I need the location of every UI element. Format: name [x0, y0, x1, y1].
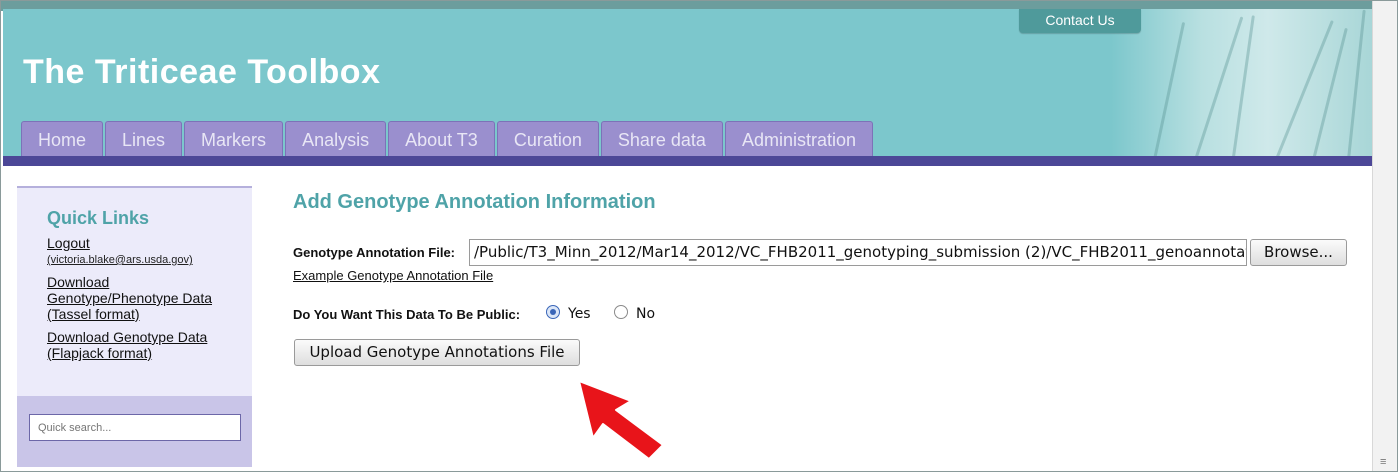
file-label: Genotype Annotation File: — [293, 245, 456, 260]
quick-links-title: Quick Links — [47, 208, 150, 228]
public-no-radio[interactable] — [614, 305, 628, 319]
link-line: (Tassel format) — [47, 306, 140, 322]
tab-markers[interactable]: Markers — [184, 121, 284, 156]
main-nav: Home Lines Markers Analysis About T3 Cur… — [21, 121, 875, 159]
link-line: Genotype/Phenotype Data — [47, 290, 213, 306]
quick-links-sidebar: Quick Links Logout (victoria.blake@ars.u… — [17, 186, 252, 467]
public-no-label: No — [636, 306, 656, 322]
tab-curation[interactable]: Curation — [496, 121, 599, 156]
quick-search-panel — [17, 396, 252, 467]
upload-annotations-button[interactable]: Upload Genotype Annotations File — [294, 339, 580, 366]
site-header: The Triticeae Toolbox Contact Us Home Li… — [3, 9, 1373, 159]
link-line: Download Genotype Data — [47, 329, 208, 345]
user-email: (victoria.blake@ars.usda.gov) — [47, 254, 193, 266]
tab-lines[interactable]: Lines — [105, 121, 183, 156]
tab-about-t3[interactable]: About T3 — [388, 121, 495, 156]
download-flapjack-link[interactable]: Download Genotype Data (Flapjack format) — [47, 329, 207, 361]
download-tassel-link[interactable]: Download Genotype/Phenotype Data (Tassel… — [47, 274, 212, 322]
browse-button[interactable]: Browse... — [1250, 239, 1347, 266]
tab-analysis[interactable]: Analysis — [285, 121, 387, 156]
nav-underline-bar — [3, 156, 1373, 166]
public-yes-label: Yes — [568, 306, 591, 322]
wheat-banner-image — [1111, 9, 1373, 159]
link-line: Download — [47, 274, 110, 290]
logout-link[interactable]: Logout — [47, 235, 90, 251]
red-arrow-icon — [578, 380, 664, 460]
quick-search-input[interactable] — [29, 414, 241, 441]
public-yes-radio[interactable] — [546, 305, 560, 319]
site-title[interactable]: The Triticeae Toolbox — [23, 53, 381, 92]
link-line: (Flapjack format) — [47, 345, 153, 361]
tab-share-data[interactable]: Share data — [600, 121, 723, 156]
public-label: Do You Want This Data To Be Public: — [293, 307, 521, 322]
annotation-file-input[interactable]: /Public/T3_Minn_2012/Mar14_2012/VC_FHB20… — [469, 239, 1247, 266]
scrollbar-grip-icon: ≡ — [1380, 456, 1387, 468]
browser-frame: The Triticeae Toolbox Contact Us Home Li… — [0, 0, 1398, 472]
tab-administration[interactable]: Administration — [724, 121, 873, 156]
example-file-link[interactable]: Example Genotype Annotation File — [293, 268, 493, 283]
contact-us-button[interactable]: Contact Us — [1019, 9, 1141, 33]
vertical-scrollbar[interactable]: ≡ — [1372, 1, 1397, 471]
page-title: Add Genotype Annotation Information — [293, 191, 656, 213]
tab-home[interactable]: Home — [21, 121, 104, 156]
